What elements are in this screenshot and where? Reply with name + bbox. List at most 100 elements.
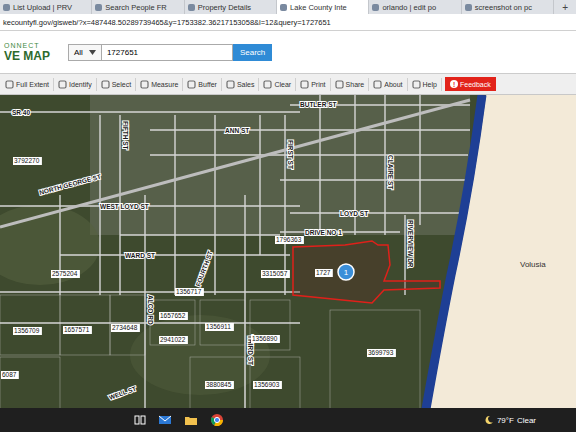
tool-icon (263, 80, 272, 89)
road (290, 212, 460, 213)
tool-icon (412, 80, 421, 89)
street-label: WEST LOYD ST (100, 203, 149, 210)
toolbar: Full ExtentIdentifySelect Measure BufferSa… (0, 74, 576, 95)
tool-button[interactable]: Select (97, 78, 136, 91)
street-label-group: FOURTH ST (194, 250, 213, 287)
tool-label: Share (346, 81, 365, 88)
folder-shape (185, 417, 197, 425)
browser-tab[interactable]: screenshot on pc (462, 0, 554, 14)
parcel-label-box (367, 349, 396, 357)
tool-button[interactable]: Clear (259, 78, 296, 91)
search-input[interactable]: 1727651 (102, 44, 233, 61)
tool-button[interactable]: Share (331, 78, 370, 91)
map[interactable]: SR 40BUTLER STANN STNORTH GEORGE STFIFTH… (0, 95, 576, 408)
parcel-label-group: 3699793 (367, 349, 396, 357)
road (319, 95, 320, 235)
search-button[interactable]: Search (233, 44, 272, 61)
parcel-label-box (13, 157, 42, 165)
parcel-label-group: 1796363 (275, 236, 304, 244)
marker-number: 1 (344, 268, 349, 277)
tab-label: orlando | edit po (382, 3, 436, 12)
tool-label: About (384, 81, 402, 88)
tool-icon (101, 80, 110, 89)
selected-parcel[interactable] (293, 241, 440, 303)
tool-button[interactable]: Help (408, 78, 442, 91)
tool-label: Help (423, 81, 437, 88)
parcel-label-group: 2941022 (159, 336, 188, 344)
folder-icon[interactable] (184, 414, 198, 426)
tool-icon (300, 80, 309, 89)
tool-button[interactable]: Measure (136, 78, 183, 91)
chrome-icon[interactable] (210, 413, 224, 427)
address-bar[interactable]: kecountyfl.gov/gisweb/?x=487448.50289739… (0, 14, 576, 31)
alert-icon: ! (450, 80, 458, 88)
mail-flap (159, 416, 171, 421)
street-label: FIFTH ST (122, 121, 129, 150)
parcel-label: 1356709 (14, 327, 40, 334)
parcel-boundary (0, 357, 60, 408)
parcel-label: 1356890 (252, 335, 278, 342)
browser-tab[interactable]: Property Details (185, 0, 277, 14)
road (120, 234, 280, 235)
tool-button[interactable]: Print (296, 78, 330, 91)
tool-label: Measure (151, 81, 178, 88)
task-view-icon[interactable] (134, 414, 146, 426)
feedback-button[interactable]: !Feedback (445, 77, 496, 91)
tool-button[interactable]: Sales (222, 78, 260, 91)
favicon-icon (465, 4, 472, 11)
browser-tab[interactable]: List Upload | PRV (0, 0, 92, 14)
parcel-label: 2575204 (52, 270, 78, 277)
search-scope-select[interactable]: All (68, 44, 102, 61)
parcel-label-group: 1657652 (159, 312, 188, 320)
parcel-label: 1657652 (160, 312, 186, 319)
mail-icon[interactable] (158, 414, 172, 426)
street-label: BUTLER ST (300, 101, 337, 108)
parcel-label-group: 3880845 (205, 381, 234, 389)
chrome-center (214, 417, 219, 422)
road (259, 115, 260, 255)
parcel-label-box (205, 323, 234, 331)
tool-button[interactable]: About (369, 78, 407, 91)
browser-tab[interactable]: Lake County Inte (277, 0, 369, 14)
tool-icon-shape (301, 81, 308, 88)
logo-top: ONNECT (4, 42, 58, 49)
street-label: RIVERVIEW DR (407, 220, 414, 268)
street-label: DRIVE NO 1 (305, 229, 342, 236)
street-label-group: BUTLER ST (300, 101, 337, 108)
new-tab-button[interactable]: + (554, 0, 576, 14)
tool-icon (5, 80, 14, 89)
browser-tab[interactable]: orlando | edit po (369, 0, 461, 14)
street-label-group: NORTH GEORGE ST (38, 173, 101, 196)
tool-icon-shape (336, 81, 343, 88)
tool-icon-shape (59, 81, 66, 88)
parcel-label: 3880845 (206, 381, 232, 388)
tab-label: screenshot on pc (475, 3, 532, 12)
tool-icon-shape (413, 81, 420, 88)
street-label-group: CLAIRE ST (387, 155, 394, 189)
tool-button[interactable]: Full Extent (1, 78, 54, 91)
favicon-icon (188, 4, 195, 11)
browser-tab[interactable]: Search People FR (92, 0, 184, 14)
parcel-label-box (275, 236, 304, 244)
tool-icon (373, 80, 382, 89)
parcel-boundary (330, 310, 420, 408)
street-label-group: WARD ST (125, 252, 155, 259)
parcel-label: 3315057 (262, 270, 288, 277)
parcel-label-box (111, 324, 140, 332)
parcel-label-box (251, 335, 280, 343)
tool-button[interactable]: Identify (54, 78, 97, 91)
road (0, 111, 300, 112)
weather-widget[interactable]: 79°FClear (484, 415, 536, 425)
tool-button[interactable]: Buffer (183, 78, 222, 91)
parcel-boundary (60, 295, 110, 355)
map-canvas[interactable]: SR 40BUTLER STANN STNORTH GEORGE STFIFTH… (0, 95, 576, 408)
street-label: WELL ST (108, 385, 137, 401)
street-label: CLAIRE ST (387, 155, 394, 189)
street-label-group: WELL ST (108, 385, 137, 401)
tool-label: Print (311, 81, 325, 88)
tool-icon (335, 80, 344, 89)
parcel-label-group: 1356709 (13, 327, 42, 335)
result-marker[interactable] (338, 264, 354, 280)
logo-bottom: VE MAP (4, 49, 58, 63)
parcel-label: 1356717 (176, 288, 202, 295)
